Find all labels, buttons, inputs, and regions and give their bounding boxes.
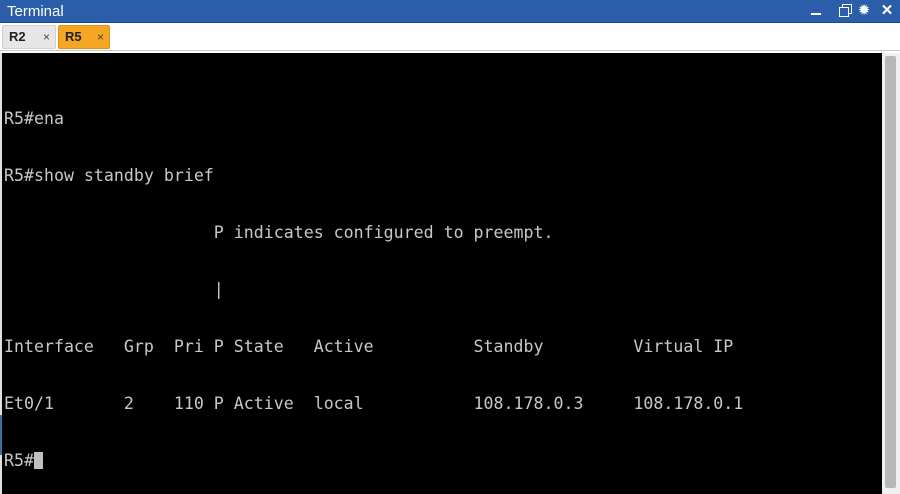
terminal-prompt: R5# [4,451,34,470]
terminal-line: | [4,280,224,299]
terminal-line: Interface Grp Pri P State Active Standby… [4,337,734,356]
vertical-scrollbar[interactable] [882,53,900,494]
minimize-icon[interactable] [808,2,824,20]
tab-r2[interactable]: R2 × [2,25,56,49]
terminal-line: P indicates configured to preempt. [4,223,554,242]
tab-label: R5 [65,29,82,44]
close-icon[interactable]: ✕ [879,2,895,20]
terminal-line: Et0/1 2 110 P Active local 108.178.0.3 1… [4,394,744,413]
tab-bar: R2 × R5 × [0,23,900,51]
tab-r5[interactable]: R5 × [58,25,110,49]
tab-close-icon[interactable]: × [97,30,104,44]
terminal-line: R5#show standby brief [4,166,214,185]
window-title: Terminal [7,3,64,20]
terminal-output[interactable]: R5#ena R5#show standby brief P indicates… [2,53,882,494]
settings-icon[interactable]: ✹ [856,2,872,20]
tab-close-icon[interactable]: × [43,30,50,44]
terminal-prompt-line[interactable]: R5# [4,451,882,470]
scrollbar-thumb[interactable] [885,56,896,488]
restore-icon[interactable] [837,2,853,20]
window-titlebar: Terminal ✹ ✕ [0,0,900,23]
terminal-line: R5#ena [4,109,64,128]
text-cursor [33,452,43,469]
tab-label: R2 [9,29,26,44]
